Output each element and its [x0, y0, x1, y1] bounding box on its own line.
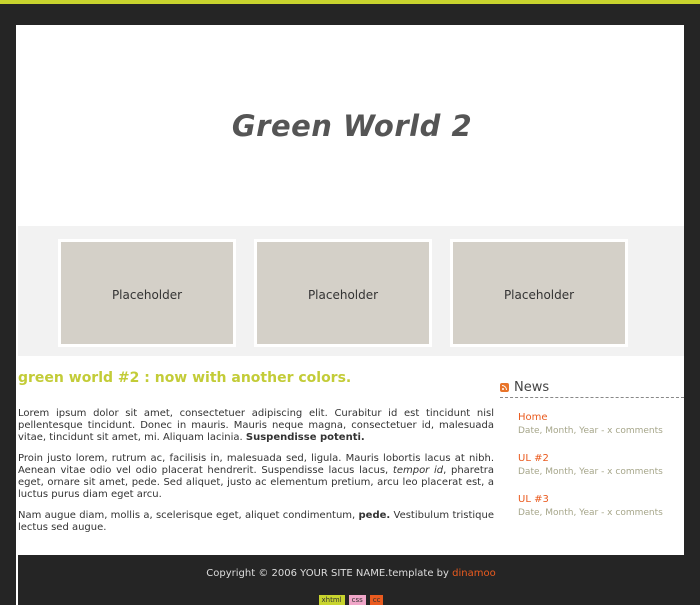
news-link-home[interactable]: Home: [518, 412, 684, 424]
copyright: Copyright © 2006 YOUR SITE NAME.template…: [18, 568, 684, 579]
site-title: Green World 2: [231, 109, 473, 143]
placeholder-image-2[interactable]: Placeholder: [254, 239, 432, 347]
xhtml-badge[interactable]: xhtml: [318, 595, 345, 605]
paragraph-italic: tempor id: [392, 465, 444, 476]
copyright-text: Copyright © 2006 YOUR SITE NAME.template…: [206, 568, 449, 579]
news-header: News: [500, 380, 684, 398]
placeholder-label: Placeholder: [61, 242, 233, 344]
content-paragraph: Lorem ipsum dolor sit amet, consectetuer…: [18, 408, 494, 444]
paragraph-text: Nam augue diam, mollis a, scelerisque eg…: [18, 510, 356, 521]
placeholder-image-1[interactable]: Placeholder: [58, 239, 236, 347]
top-accent-bar: [0, 0, 700, 4]
news-meta: Date, Month, Year - x comments: [518, 426, 663, 436]
paragraph-bold: Suspendisse potenti.: [245, 432, 365, 443]
news-list: Home Date, Month, Year - x comments UL #…: [500, 398, 684, 519]
css-badge[interactable]: css: [348, 595, 366, 605]
news-item: UL #2 Date, Month, Year - x comments: [518, 453, 684, 478]
news-link-ul2[interactable]: UL #2: [518, 453, 684, 465]
content-heading: green world #2 : now with another colors…: [18, 370, 352, 386]
news-sidebar: News Home Date, Month, Year - x comments…: [500, 380, 684, 535]
placeholder-gallery: Placeholder Placeholder Placeholder: [18, 226, 684, 356]
main-content: green world #2 : now with another colors…: [18, 370, 494, 543]
author-link[interactable]: dinamoo: [452, 568, 496, 579]
footer: Copyright © 2006 YOUR SITE NAME.template…: [18, 555, 684, 605]
paragraph-bold: pede.: [358, 510, 391, 521]
header: Green World 2: [16, 25, 684, 225]
placeholder-image-3[interactable]: Placeholder: [450, 239, 628, 347]
placeholder-label: Placeholder: [257, 242, 429, 344]
placeholder-label: Placeholder: [453, 242, 625, 344]
content-paragraph: Proin justo lorem, rutrum ac, facilisis …: [18, 453, 494, 501]
news-meta: Date, Month, Year - x comments: [518, 467, 663, 477]
content-paragraph: Nam augue diam, mollis a, scelerisque eg…: [18, 510, 494, 534]
news-item: UL #3 Date, Month, Year - x comments: [518, 494, 684, 519]
validation-badges: xhtml css cc: [18, 595, 684, 605]
news-meta: Date, Month, Year - x comments: [518, 508, 663, 518]
news-item: Home Date, Month, Year - x comments: [518, 412, 684, 437]
rss-icon[interactable]: [500, 383, 509, 392]
page-container: Green World 2 Placeholder Placeholder Pl…: [16, 25, 684, 605]
news-title: News: [514, 380, 550, 395]
news-link-ul3[interactable]: UL #3: [518, 494, 684, 506]
cc-badge[interactable]: cc: [369, 595, 384, 605]
